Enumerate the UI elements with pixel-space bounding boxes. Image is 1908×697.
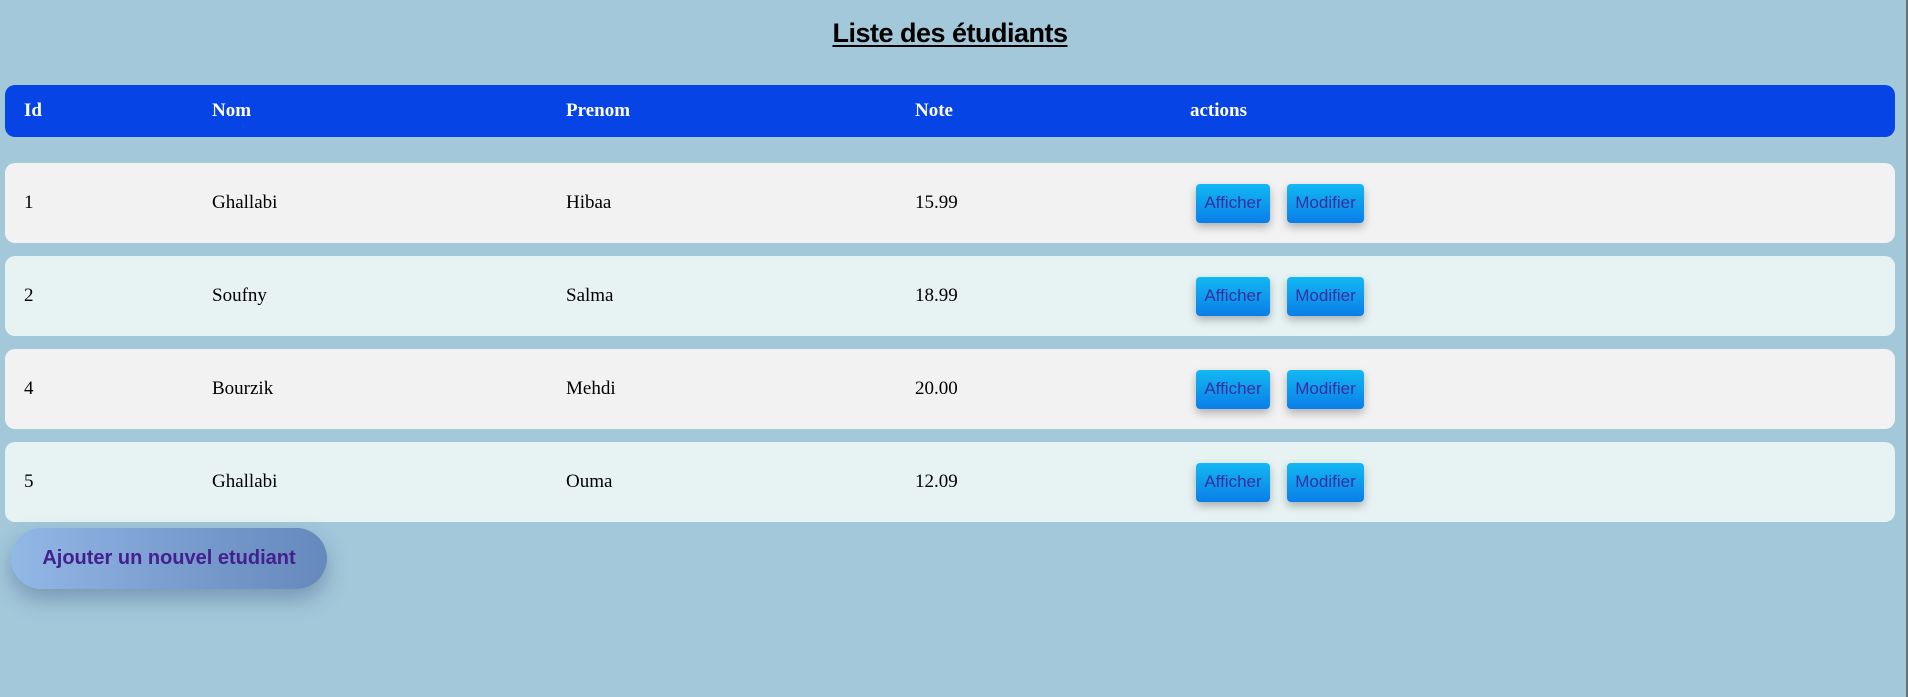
cell-nom: Ghallabi: [212, 471, 278, 492]
cell-actions: Afficher Modifier: [1196, 256, 1364, 336]
header-id: Id: [24, 100, 42, 121]
cell-nom: Ghallabi: [212, 192, 278, 213]
cell-note: 15.99: [915, 192, 958, 213]
cell-note: 18.99: [915, 285, 958, 306]
afficher-button[interactable]: Afficher: [1196, 462, 1270, 502]
table-row: 5 Ghallabi Ouma 12.09 Afficher Modifier: [5, 442, 1895, 522]
header-prenom: Prenom: [566, 100, 631, 121]
header-note: Note: [915, 100, 953, 121]
table-header-row: Id Nom Prenom Note actions: [5, 85, 1895, 137]
cell-prenom: Salma: [566, 285, 614, 306]
cell-nom: Soufny: [212, 285, 267, 306]
table-row: 4 Bourzik Mehdi 20.00 Afficher Modifier: [5, 349, 1895, 429]
cell-actions: Afficher Modifier: [1196, 349, 1364, 429]
table-row: 2 Soufny Salma 18.99 Afficher Modifier: [5, 256, 1895, 336]
modifier-button[interactable]: Modifier: [1287, 369, 1364, 409]
cell-note: 20.00: [915, 378, 958, 399]
cell-id: 4: [24, 378, 34, 399]
afficher-button[interactable]: Afficher: [1196, 369, 1270, 409]
table-row: 1 Ghallabi Hibaa 15.99 Afficher Modifier: [5, 163, 1895, 243]
cell-note: 12.09: [915, 471, 958, 492]
page-title: Liste des étudiants: [832, 18, 1068, 48]
cell-id: 1: [24, 192, 34, 213]
modifier-button[interactable]: Modifier: [1287, 183, 1364, 223]
header-actions: actions: [1190, 100, 1247, 121]
cell-prenom: Hibaa: [566, 192, 612, 213]
cell-id: 5: [24, 471, 34, 492]
afficher-button[interactable]: Afficher: [1196, 183, 1270, 223]
afficher-button[interactable]: Afficher: [1196, 276, 1270, 316]
cell-id: 2: [24, 285, 34, 306]
cell-actions: Afficher Modifier: [1196, 163, 1364, 243]
students-table: Id Nom Prenom Note actions 1 Ghallabi Hi…: [5, 85, 1895, 522]
cell-prenom: Mehdi: [566, 378, 616, 399]
cell-prenom: Ouma: [566, 471, 613, 492]
add-student-button[interactable]: Ajouter un nouvel etudiant: [11, 528, 327, 589]
cell-nom: Bourzik: [212, 378, 274, 399]
modifier-button[interactable]: Modifier: [1287, 276, 1364, 316]
header-nom: Nom: [212, 100, 252, 121]
cell-actions: Afficher Modifier: [1196, 442, 1364, 522]
modifier-button[interactable]: Modifier: [1287, 462, 1364, 502]
